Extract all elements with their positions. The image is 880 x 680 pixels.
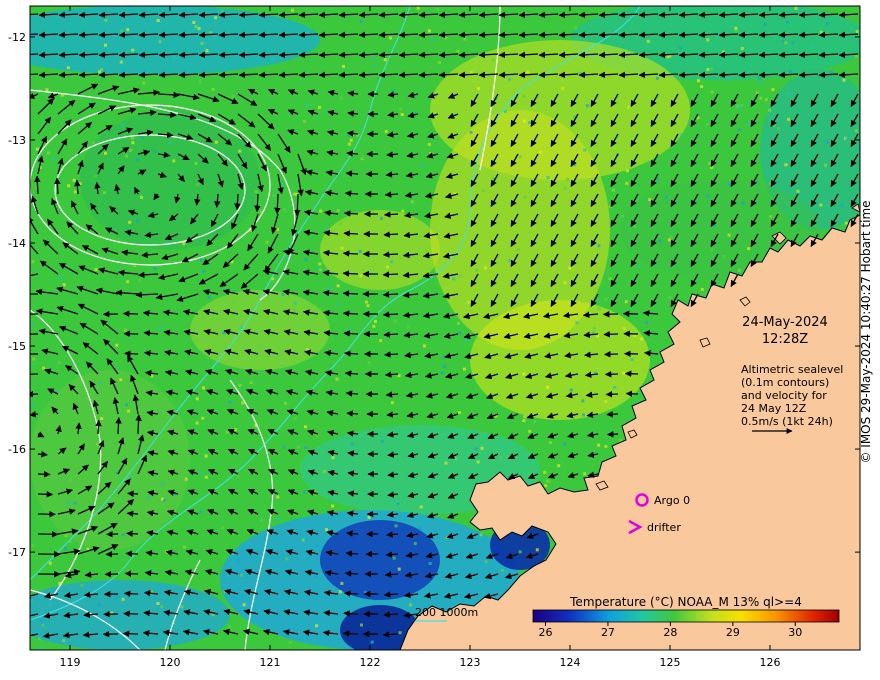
drifter-label: drifter	[647, 521, 681, 534]
lon-tick-label: 125	[660, 656, 681, 669]
desc-line-1: Altimetric sealevel	[741, 363, 843, 376]
credit-label: © IMOS 29-May-2024 10:40:27 Hobart time	[859, 200, 873, 464]
bathymetry-label: 200 1000m	[415, 606, 478, 619]
argo-label: Argo 0	[654, 494, 690, 507]
colorbar-tick-label: 27	[601, 626, 615, 639]
colorbar-tick-label: 30	[788, 626, 802, 639]
desc-line-4: 24 May 12Z	[741, 402, 807, 415]
bathymetry-legend: 200 1000m	[415, 606, 478, 622]
desc-line-3: and velocity for	[741, 389, 827, 402]
date-label: 24-May-2024	[742, 315, 828, 330]
lat-tick-label: -17	[8, 546, 26, 559]
colorbar-tick-label: 26	[538, 626, 552, 639]
colorbar-tick-label: 29	[726, 626, 740, 639]
lon-tick-label: 119	[60, 656, 81, 669]
lon-tick-label: 126	[760, 656, 781, 669]
colorbar-tick-label: 28	[663, 626, 677, 639]
lat-tick-label: -13	[8, 134, 26, 147]
lon-tick-label: 121	[260, 656, 281, 669]
colorbar-title: Temperature (°C) NOAA_M 13% ql>=4	[569, 595, 802, 609]
colorbar-gradient	[532, 609, 840, 623]
time-label: 12:28Z	[762, 332, 808, 347]
desc-line-5: 0.5m/s (1kt 24h)	[741, 415, 833, 428]
sst-map: 119 120 121 122 123 124 125 126 -12 -13 -14 -15 -16 -…	[8, 5, 861, 669]
lon-tick-label: 122	[360, 656, 381, 669]
lat-tick-label: -16	[8, 443, 26, 456]
lon-tick-label: 123	[460, 656, 481, 669]
lon-tick-label: 120	[160, 656, 181, 669]
lat-tick-label: -12	[8, 31, 26, 44]
desc-line-2: (0.1m contours)	[741, 376, 829, 389]
lat-tick-label: -14	[8, 237, 26, 250]
lon-tick-label: 124	[560, 656, 581, 669]
lat-tick-label: -15	[8, 340, 26, 353]
